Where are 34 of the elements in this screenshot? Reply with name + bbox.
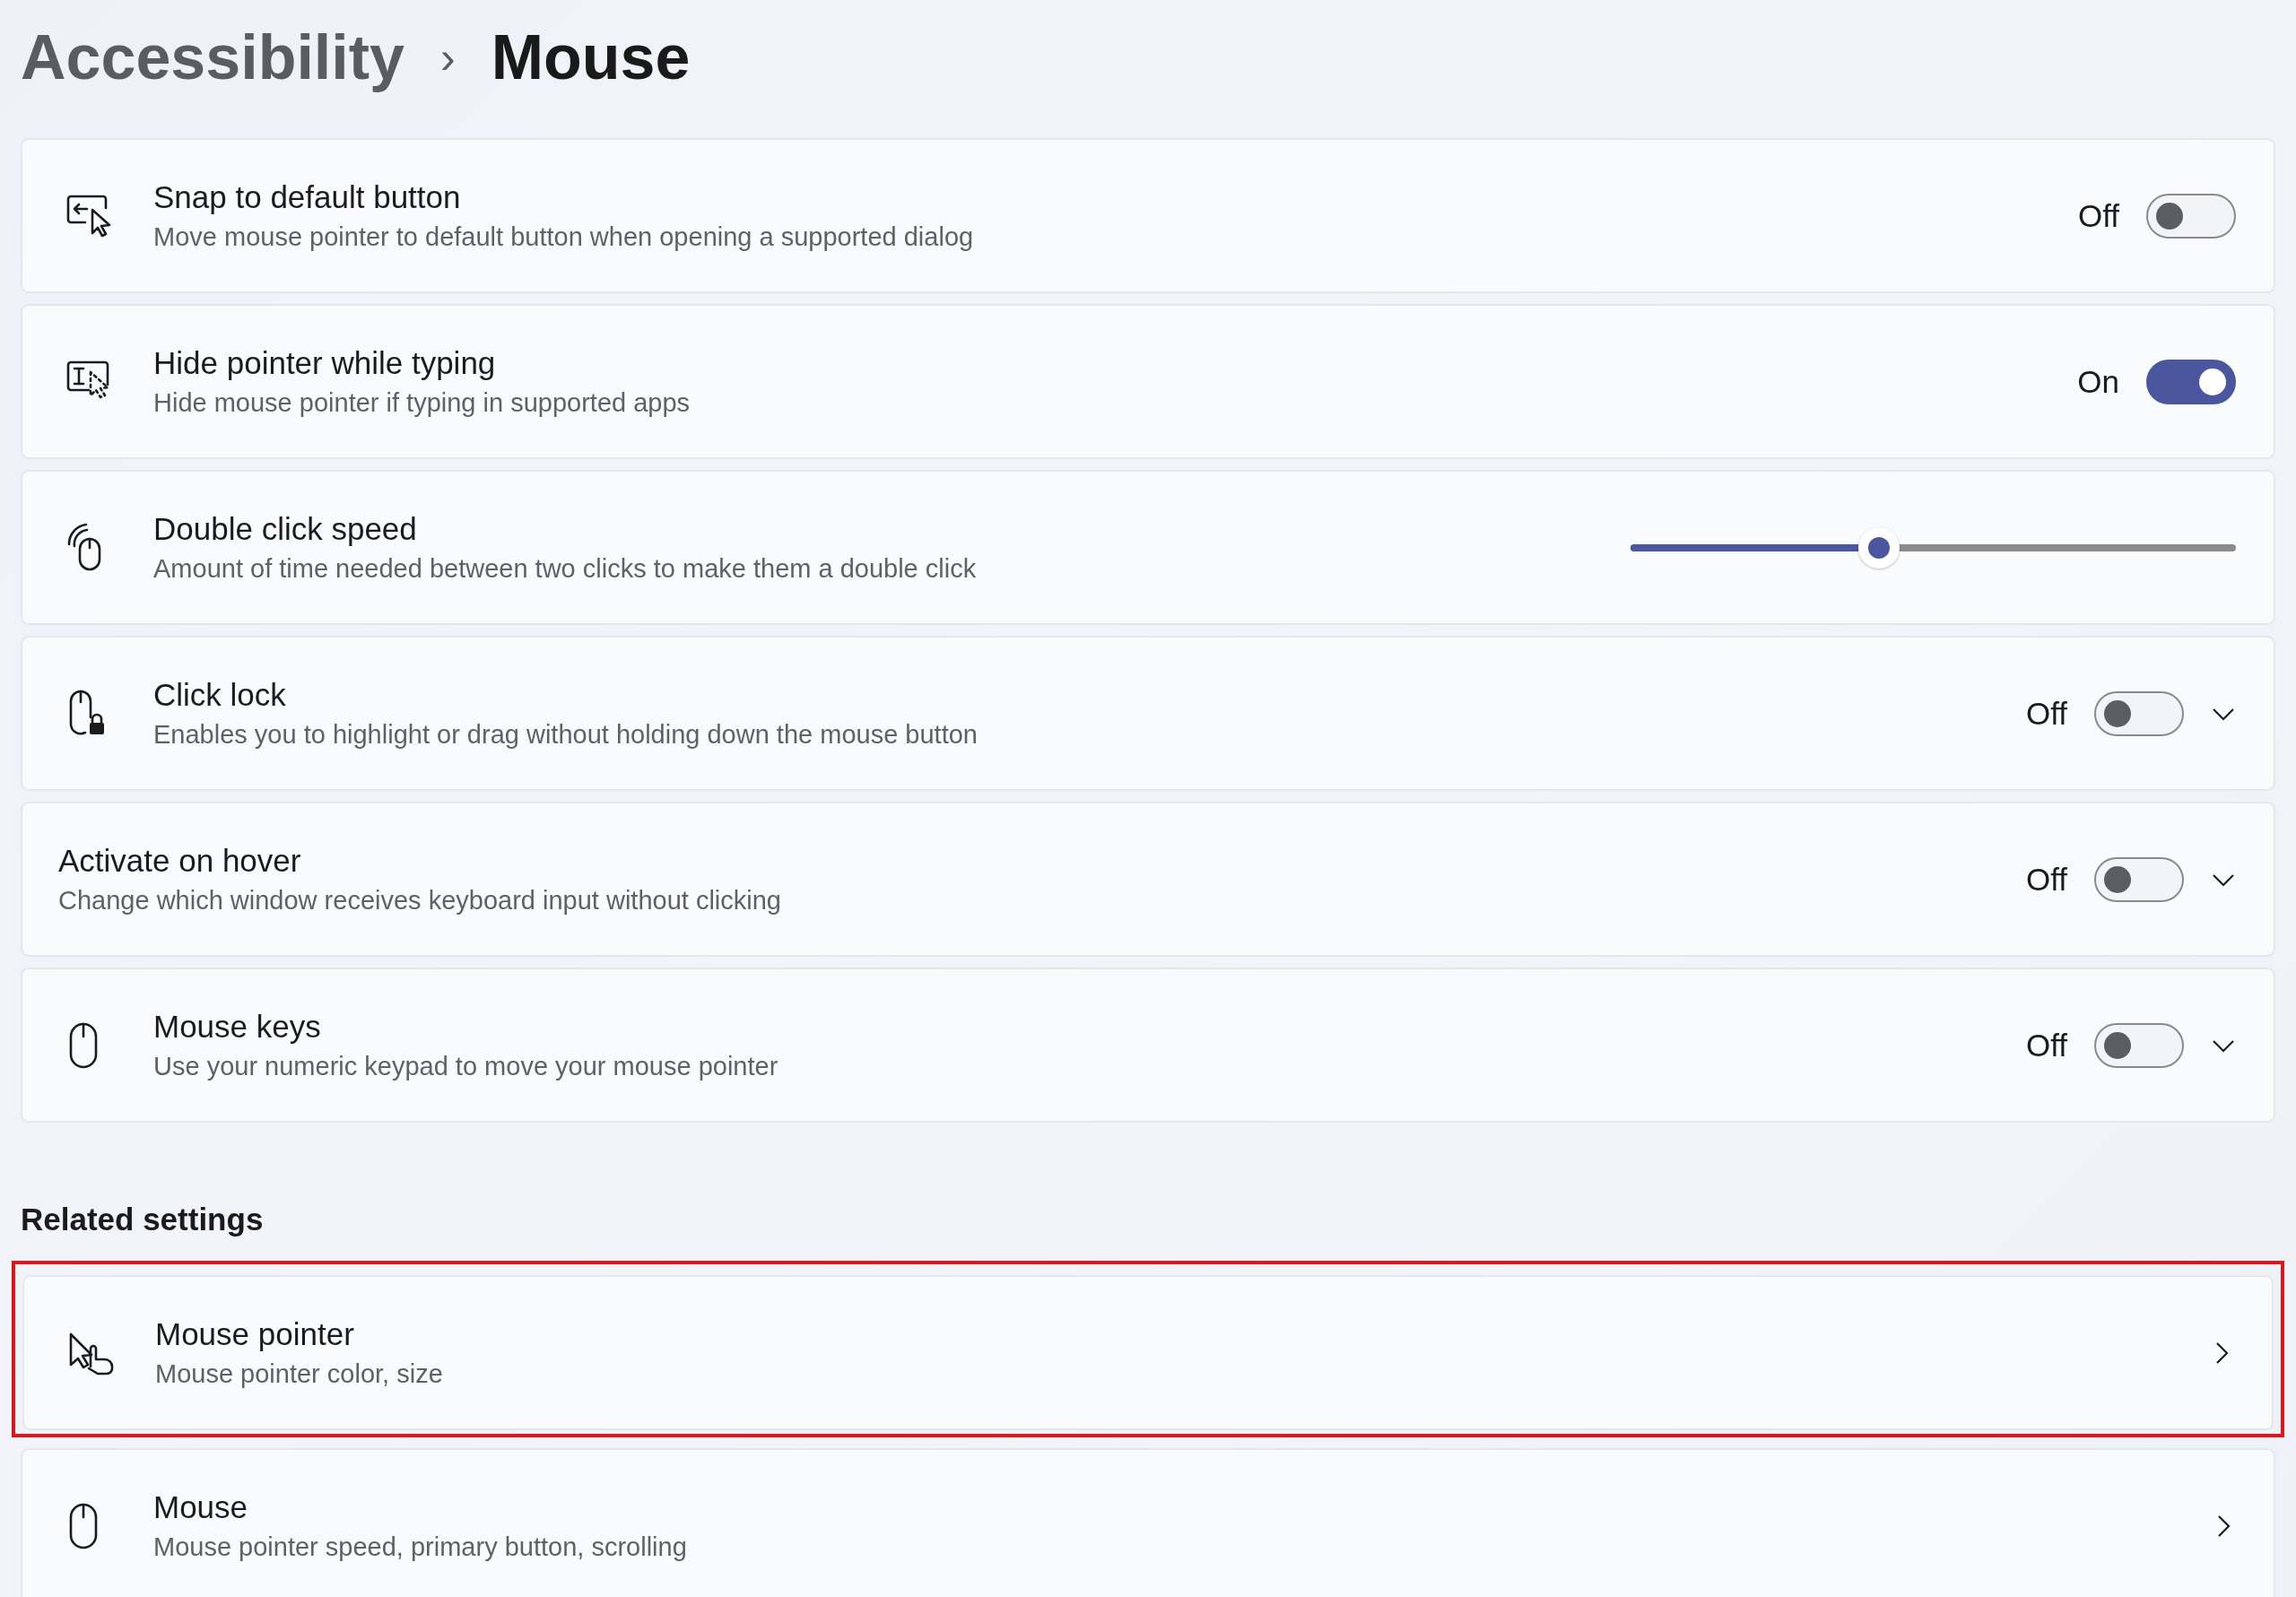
setting-title: Mouse keys [153,1009,322,1045]
setting-description: Change which window receives keyboard input without clicking [58,886,782,916]
setting-description: Hide mouse pointer if typing in supported apps [153,388,691,418]
breadcrumb-separator: › [440,31,456,83]
setting-description: Enables you to highlight or drag without holding down the mouse button [153,720,978,750]
setting-description: Mouse pointer speed, primary button, scrolling [153,1532,688,1562]
setting-title: Double click speed [153,511,418,547]
breadcrumb-link[interactable]: Accessibility [21,22,404,93]
setting-description: Use your numeric keypad to move your mouse pointer [153,1052,779,1081]
toggle-state-label: Off [2024,695,2067,732]
setting-description: Amount of time needed between two clicks to make them a double click [153,554,978,584]
toggle-switch[interactable] [2094,1022,2184,1068]
section-heading: Related settings [21,1202,265,1237]
toggle-switch[interactable] [2146,359,2236,404]
setting-title: Snap to default button [153,179,462,215]
slider-thumb[interactable] [1857,526,1900,568]
toggle-state-label: Off [2024,861,2067,898]
toggle-switch[interactable] [2094,690,2184,736]
page-title: Mouse [491,22,691,93]
toggle-state-label: On [2076,363,2119,400]
related-setting-link[interactable]: Mouse Mouse pointer speed, primary button, scrolling [21,1448,2275,1597]
toggle-state-label: Off [2076,197,2119,234]
setting-title: Hide pointer while typing [153,345,497,381]
setting-title: Click lock [153,677,287,713]
toggle-state-label: Off [2024,1027,2067,1063]
related-setting-link[interactable]: Mouse pointer Mouse pointer color, size [22,1275,2274,1430]
setting-description: Move mouse pointer to default button when opening a supported dialog [153,222,975,252]
slider[interactable] [1631,525,2236,569]
setting-title: Activate on hover [58,843,302,879]
setting-title: Mouse [153,1489,249,1525]
setting-title: Mouse pointer [155,1316,355,1352]
toggle-switch[interactable] [2146,193,2236,239]
toggle-switch[interactable] [2094,856,2184,902]
setting-description: Mouse pointer color, size [155,1359,444,1389]
